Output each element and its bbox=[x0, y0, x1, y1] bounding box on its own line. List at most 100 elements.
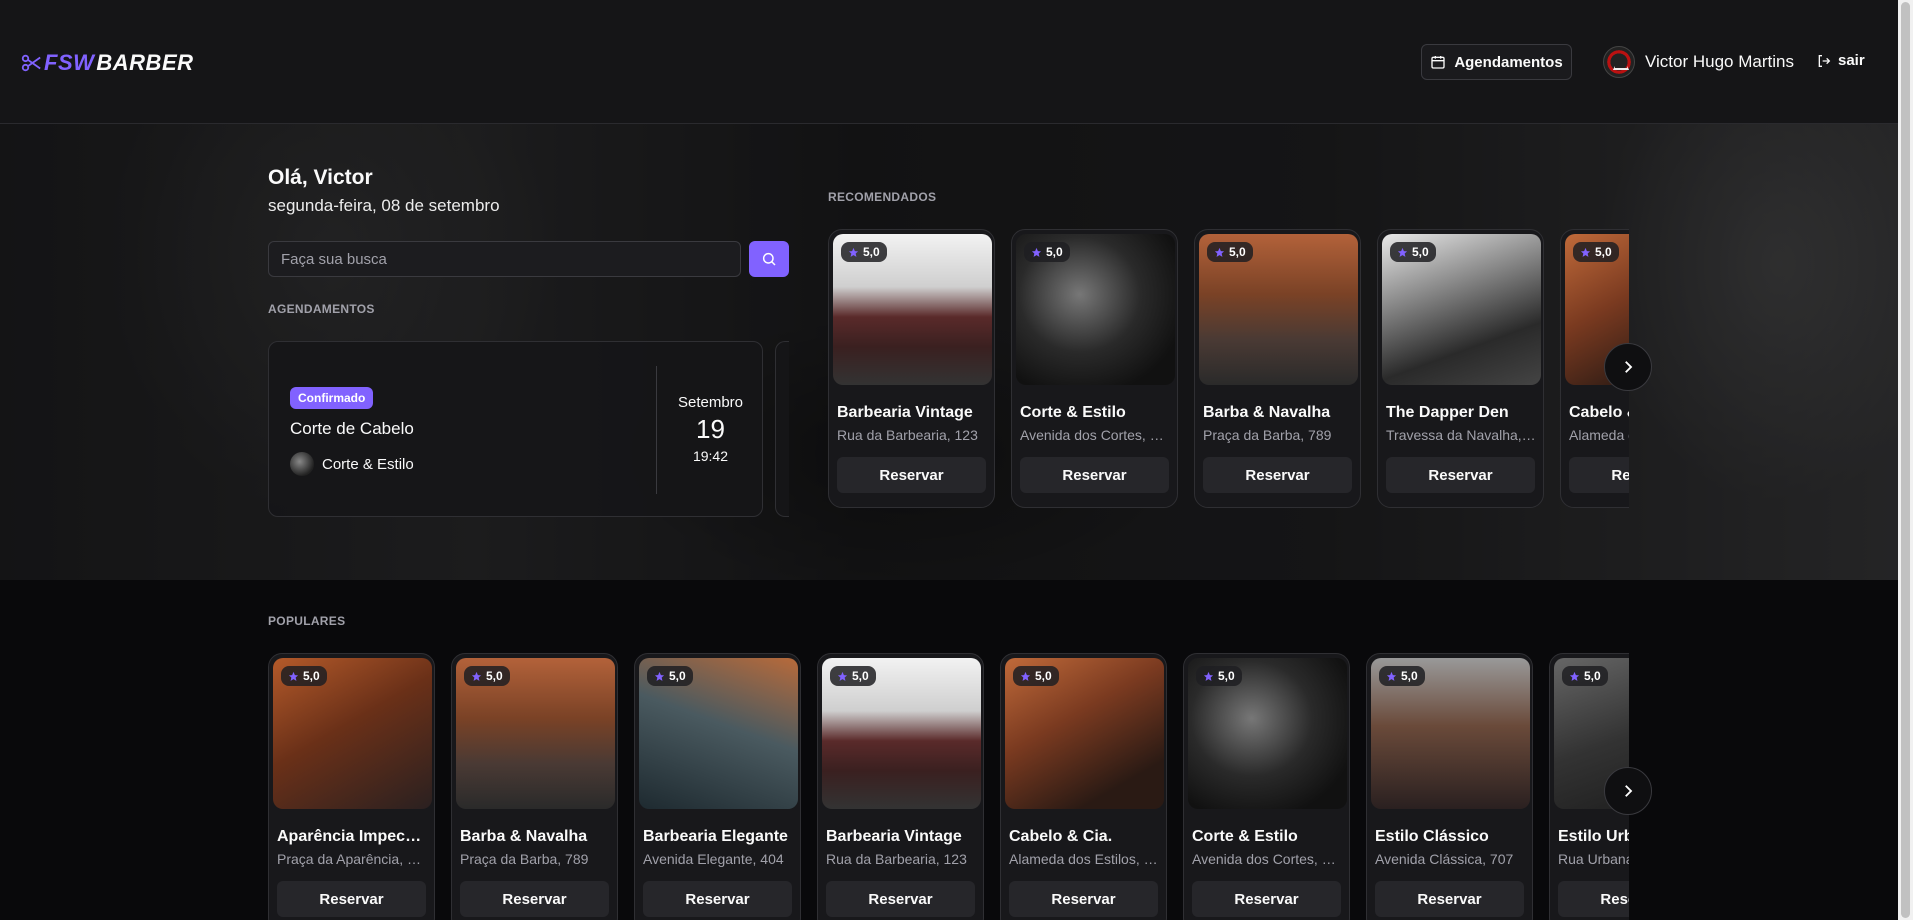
reserve-button[interactable]: Reservar bbox=[1569, 457, 1629, 493]
barbershop-name: Corte & Estilo bbox=[1192, 828, 1298, 845]
reserve-button[interactable]: Reservar bbox=[1203, 457, 1352, 493]
user-name: Victor Hugo Martins bbox=[1645, 52, 1794, 71]
booking-card-partial[interactable] bbox=[775, 341, 789, 517]
barbershop-address: Praça da Barba, 789 bbox=[1203, 427, 1332, 443]
star-icon bbox=[1020, 671, 1031, 681]
barbershop-card[interactable]: 5,0 Barbearia Vintage Rua da Barbearia, 12… bbox=[828, 229, 995, 508]
reserve-button[interactable]: Reservar bbox=[1192, 881, 1341, 917]
rating-value: 5,0 bbox=[1401, 669, 1418, 683]
reserve-button[interactable]: Reservar bbox=[1020, 457, 1169, 493]
search-button[interactable] bbox=[749, 241, 789, 277]
status-badge: Confirmado bbox=[290, 387, 374, 409]
barbershop-avatar bbox=[290, 452, 314, 476]
search-input[interactable] bbox=[268, 241, 741, 277]
logo-barber: BARBER bbox=[96, 50, 194, 75]
rating-value: 5,0 bbox=[863, 245, 880, 259]
scissors-icon bbox=[21, 54, 41, 72]
reserve-button[interactable]: Reservar bbox=[826, 881, 975, 917]
barbershop-address: Avenida dos Cortes, 456 bbox=[1192, 851, 1343, 867]
rating-badge: 5,0 bbox=[281, 666, 327, 686]
barbershop-card[interactable]: 5,0 Aparência Impecável Praça da Aparência… bbox=[268, 653, 435, 920]
logout-button[interactable]: sair bbox=[1816, 52, 1865, 69]
reserve-button[interactable]: Reservar bbox=[1558, 881, 1629, 917]
logo[interactable]: FSW BARBER bbox=[20, 50, 194, 76]
barbershop-image: 5,0 bbox=[273, 658, 432, 809]
star-icon bbox=[1580, 247, 1591, 257]
popular-next-button[interactable] bbox=[1604, 767, 1652, 815]
star-icon bbox=[837, 671, 848, 681]
rating-value: 5,0 bbox=[669, 669, 686, 683]
barbershop-image: 5,0 bbox=[1188, 658, 1347, 809]
booking-card[interactable]: Confirmado Corte de Cabelo Corte & Estil… bbox=[268, 341, 763, 517]
logout-label: sair bbox=[1838, 52, 1865, 69]
barbershop-card[interactable]: 5,0 Barbearia Elegante Avenida Elegante, 4… bbox=[634, 653, 801, 920]
reserve-button[interactable]: Reservar bbox=[643, 881, 792, 917]
barbershop-card[interactable]: 5,0 Corte & Estilo Avenida dos Cortes, 456… bbox=[1183, 653, 1350, 920]
barbershop-card[interactable]: 5,0 Barbearia Vintage Rua da Barbearia, 12… bbox=[817, 653, 984, 920]
barbershop-image: 5,0 bbox=[1382, 234, 1541, 385]
recommended-next-button[interactable] bbox=[1604, 343, 1652, 391]
barbershop-image: 5,0 bbox=[1016, 234, 1175, 385]
reserve-button[interactable]: Reservar bbox=[1375, 881, 1524, 917]
barbershop-image: 5,0 bbox=[833, 234, 992, 385]
booking-service: Corte de Cabelo bbox=[290, 419, 414, 438]
barbershop-card[interactable]: 5,0 The Dapper Den Travessa da Navalha, 10… bbox=[1377, 229, 1544, 508]
barbershop-name: Barbearia Vintage bbox=[826, 828, 962, 845]
barbershop-name: Estilo Clássico bbox=[1375, 828, 1489, 845]
barbershop-card[interactable]: 5,0 Corte & Estilo Avenida dos Cortes, 456… bbox=[1011, 229, 1178, 508]
reserve-button[interactable]: Reservar bbox=[837, 457, 986, 493]
rating-value: 5,0 bbox=[1595, 245, 1612, 259]
rating-badge: 5,0 bbox=[1379, 666, 1425, 686]
barbershop-name: Barbearia Vintage bbox=[837, 404, 973, 421]
booking-barbershop-name: Corte & Estilo bbox=[322, 455, 414, 473]
reserve-button[interactable]: Reservar bbox=[1386, 457, 1535, 493]
rating-value: 5,0 bbox=[303, 669, 320, 683]
chevron-right-icon bbox=[1625, 361, 1633, 373]
header: FSW BARBER Agendamentos Victor Hugo Mart… bbox=[0, 0, 1898, 124]
reserve-button[interactable]: Reservar bbox=[277, 881, 426, 917]
booking-month: Setembro bbox=[677, 394, 744, 411]
appointments-section-title: AGENDAMENTOS bbox=[268, 302, 375, 316]
rating-badge: 5,0 bbox=[464, 666, 510, 686]
rating-badge: 5,0 bbox=[1207, 242, 1253, 262]
barbershop-address: Alameda dos Estilos, 202 bbox=[1569, 427, 1629, 443]
user-menu[interactable]: Victor Hugo Martins bbox=[1603, 46, 1794, 78]
barbershop-name: Barba & Navalha bbox=[460, 828, 588, 845]
barbershop-name: Barbearia Elegante bbox=[643, 828, 788, 845]
avatar bbox=[1603, 46, 1635, 78]
barbershop-address: Rua da Barbearia, 123 bbox=[837, 427, 978, 443]
popular-carousel: 5,0 Aparência Impecável Praça da Aparência… bbox=[268, 653, 1629, 920]
star-icon bbox=[654, 671, 665, 681]
page: FSW BARBER Agendamentos Victor Hugo Mart… bbox=[0, 0, 1913, 920]
barbershop-image: 5,0 bbox=[1199, 234, 1358, 385]
barbershop-card[interactable]: 5,0 Cabelo & Cia. Alameda dos Estilos, 202… bbox=[1000, 653, 1167, 920]
star-icon bbox=[1031, 247, 1042, 257]
rating-badge: 5,0 bbox=[841, 242, 887, 262]
logout-icon bbox=[1818, 54, 1831, 67]
booking-day: 19 bbox=[696, 414, 725, 444]
barbershop-address: Avenida Clássica, 707 bbox=[1375, 851, 1514, 867]
barbershop-card[interactable]: 5,0 Barba & Navalha Praça da Barba, 789 Res… bbox=[1194, 229, 1361, 508]
appointments-button[interactable]: Agendamentos bbox=[1421, 44, 1572, 80]
rating-badge: 5,0 bbox=[1013, 666, 1059, 686]
star-icon bbox=[1397, 247, 1408, 257]
barbershop-card[interactable]: 5,0 Barba & Navalha Praça da Barba, 789 Res… bbox=[451, 653, 618, 920]
scrollbar-thumb[interactable] bbox=[1901, 2, 1910, 918]
star-icon bbox=[1569, 671, 1580, 681]
recommended-carousel: 5,0 Barbearia Vintage Rua da Barbearia, 12… bbox=[828, 229, 1629, 508]
reserve-button[interactable]: Reservar bbox=[1009, 881, 1158, 917]
barbershop-card[interactable]: 5,0 Estilo Clássico Avenida Clássica, 707 R… bbox=[1366, 653, 1533, 920]
barbershop-name: Estilo Urbano bbox=[1558, 828, 1629, 845]
barbershop-name: Cabelo & Cia. bbox=[1569, 404, 1629, 421]
rating-badge: 5,0 bbox=[1390, 242, 1436, 262]
barbershop-image: 5,0 bbox=[639, 658, 798, 809]
star-icon bbox=[1203, 671, 1214, 681]
barbershop-name: Corte & Estilo bbox=[1020, 404, 1126, 421]
search-icon bbox=[762, 252, 776, 266]
barbershop-address: Rua Urbana, 303 bbox=[1558, 851, 1629, 867]
calendar-icon bbox=[1431, 56, 1445, 69]
barbershop-address: Praça da Barba, 789 bbox=[460, 851, 589, 867]
rating-value: 5,0 bbox=[1035, 669, 1052, 683]
reserve-button[interactable]: Reservar bbox=[460, 881, 609, 917]
scrollbar[interactable] bbox=[1898, 0, 1913, 920]
